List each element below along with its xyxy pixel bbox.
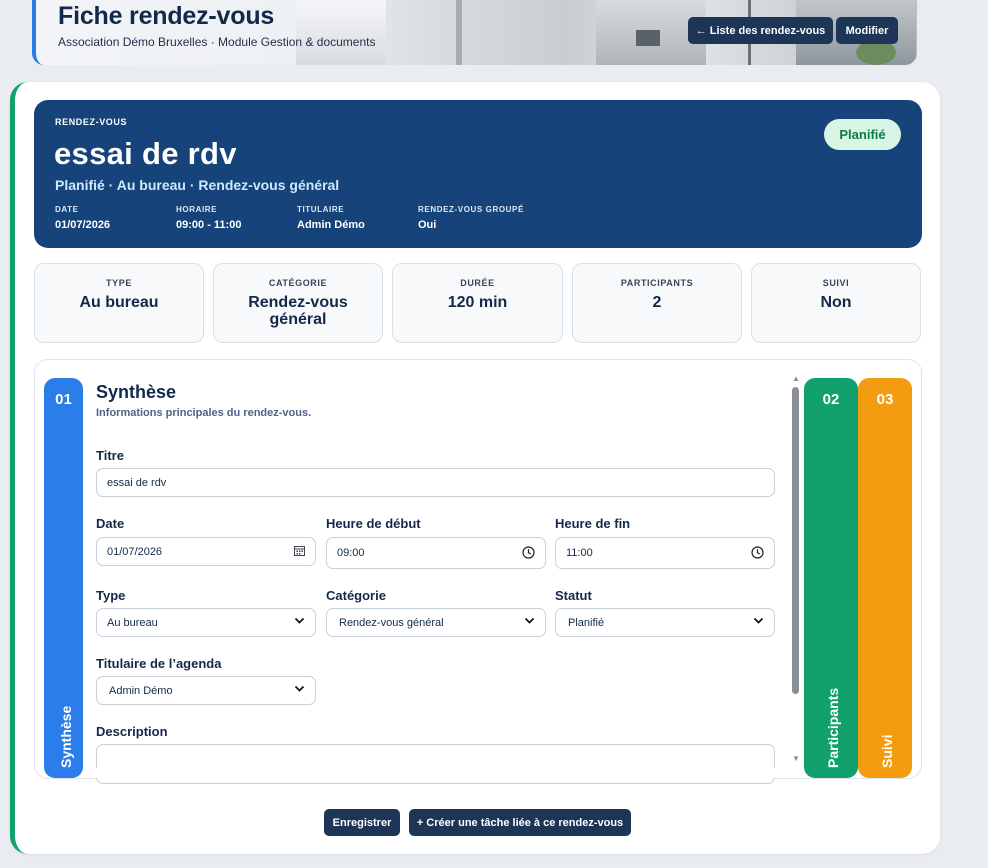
- stat-key: PARTICIPANTS: [620, 278, 694, 288]
- start-time-label: Heure de début: [326, 516, 421, 531]
- titre-value: essai de rdv: [107, 476, 167, 489]
- titulaire-label: Titulaire de l’agenda: [96, 656, 222, 671]
- clock-icon[interactable]: [751, 546, 764, 562]
- statut-select[interactable]: Planifié: [555, 608, 775, 637]
- edit-button[interactable]: Modifier: [836, 17, 898, 44]
- banner-photo-detail: [456, 0, 462, 65]
- tab-number: 01: [55, 391, 72, 408]
- categorie-label: Catégorie: [326, 588, 386, 603]
- type-label: Type: [96, 588, 126, 603]
- statut-value: Planifié: [568, 616, 605, 629]
- description-label: Description: [96, 724, 168, 739]
- hero-field-key: RENDEZ-VOUS GROUPÉ: [418, 205, 524, 214]
- stat-key: CATÉGORIE: [268, 278, 328, 288]
- start-time-input[interactable]: 09:00: [326, 537, 546, 569]
- chevron-down-icon: [524, 614, 535, 629]
- type-value: Au bureau: [107, 616, 158, 629]
- scroll-clip: [84, 768, 790, 778]
- stat-duree: DURÉE 120 min: [392, 263, 563, 343]
- hero-field-key: DATE: [55, 205, 79, 214]
- save-button[interactable]: Enregistrer: [324, 809, 400, 836]
- back-to-list-button[interactable]: ← Liste des rendez-vous: [688, 17, 833, 44]
- tab-suivi[interactable]: 03 Suivi: [858, 378, 912, 778]
- banner-photo-detail: [636, 30, 660, 46]
- tab-label: Participants: [825, 687, 841, 768]
- tab-participants[interactable]: 02 Participants: [804, 378, 858, 778]
- date-label: Date: [96, 516, 125, 531]
- hero-field-key: HORAIRE: [176, 205, 218, 214]
- end-time-value: 11:00: [566, 547, 593, 559]
- tabs-panel: [34, 359, 922, 779]
- stat-type: TYPE Au bureau: [34, 263, 204, 343]
- page-title: Fiche rendez-vous: [58, 2, 275, 30]
- categorie-value: Rendez-vous général: [339, 616, 444, 629]
- status-badge: Planifié: [824, 119, 901, 150]
- titre-label: Titre: [96, 448, 124, 463]
- stat-key: DURÉE: [460, 278, 495, 288]
- categorie-select[interactable]: Rendez-vous général: [326, 608, 546, 637]
- create-task-button[interactable]: + Créer une tâche liée à ce rendez-vous: [409, 809, 631, 836]
- scroll-down-icon[interactable]: ▼: [792, 754, 800, 763]
- stat-categorie: CATÉGORIE Rendez-vous général: [213, 263, 383, 343]
- tab-number: 03: [876, 391, 894, 408]
- description-textarea[interactable]: [96, 744, 775, 784]
- stat-value: Au bureau: [79, 294, 159, 311]
- page-subtitle: Association Démo Bruxelles · Module Gest…: [58, 35, 376, 49]
- banner-photo: [296, 0, 386, 65]
- appointment-meta: Planifié · Au bureau · Rendez-vous génér…: [55, 177, 340, 193]
- section-title: Synthèse: [96, 382, 177, 402]
- end-time-label: Heure de fin: [555, 516, 631, 531]
- tab-synthese[interactable]: 01 Synthèse: [44, 378, 83, 778]
- scroll-up-icon[interactable]: ▲: [792, 374, 800, 383]
- chevron-down-icon: [753, 614, 764, 629]
- stat-value: 2: [652, 294, 662, 311]
- date-input[interactable]: 01/07/2026: [96, 537, 316, 566]
- tab-label: Suivi: [879, 734, 895, 768]
- clock-icon[interactable]: [522, 546, 535, 562]
- stat-participants: PARTICIPANTS 2: [572, 263, 742, 343]
- hero-field-value: 09:00 - 11:00: [176, 219, 242, 231]
- hero-field-key: TITULAIRE: [297, 205, 345, 214]
- hero-field-value: Oui: [418, 219, 437, 231]
- chevron-down-icon: [294, 682, 305, 697]
- date-value: 01/07/2026: [107, 545, 163, 558]
- end-time-input[interactable]: 11:00: [555, 537, 775, 569]
- calendar-icon[interactable]: [294, 545, 305, 559]
- titulaire-select[interactable]: Admin Démo: [96, 676, 316, 705]
- hero-overline: RENDEZ-VOUS: [55, 117, 128, 127]
- hero-summary: RENDEZ-VOUS essai de rdv Planifié · Au b…: [34, 100, 922, 248]
- stat-value: Rendez-vous général: [248, 294, 348, 328]
- section-subtitle: Informations principales du rendez-vous.: [96, 407, 312, 419]
- titre-input[interactable]: essai de rdv: [96, 468, 775, 497]
- titulaire-value: Admin Démo: [109, 684, 173, 697]
- hero-field-value: 01/07/2026: [55, 219, 111, 231]
- appointment-name: essai de rdv: [54, 136, 237, 171]
- stat-suivi: SUIVI Non: [751, 263, 921, 343]
- stat-key: TYPE: [106, 278, 132, 288]
- statut-label: Statut: [555, 588, 592, 603]
- tab-number: 02: [822, 391, 840, 408]
- stat-key: SUIVI: [822, 278, 850, 288]
- stat-value: Non: [820, 294, 852, 311]
- scrollbar-thumb[interactable]: [792, 387, 799, 694]
- tab-label: Synthèse: [57, 705, 74, 768]
- type-select[interactable]: Au bureau: [96, 608, 316, 637]
- stat-value: 120 min: [447, 294, 508, 311]
- chevron-down-icon: [294, 614, 305, 629]
- hero-field-value: Admin Démo: [297, 219, 365, 231]
- start-time-value: 09:00: [337, 547, 365, 559]
